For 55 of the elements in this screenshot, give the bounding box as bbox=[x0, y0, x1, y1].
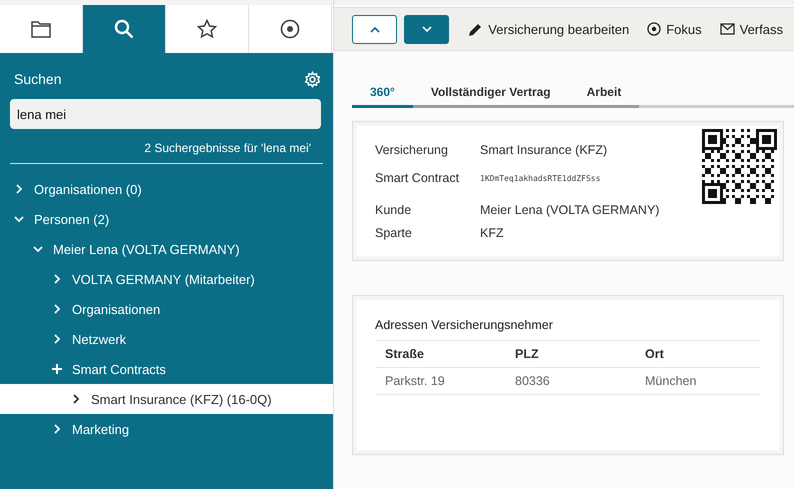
tab[interactable]: Arbeit bbox=[568, 81, 640, 108]
tree-item[interactable]: Organisationen (0) bbox=[0, 174, 333, 204]
plus-icon bbox=[52, 364, 62, 374]
mail-icon bbox=[720, 23, 735, 35]
tab[interactable]: Vollständiger Vertrag bbox=[412, 81, 569, 108]
field-value: Meier Lena (VOLTA GERMANY) bbox=[480, 203, 660, 217]
chevron-down-icon bbox=[33, 244, 43, 254]
target-icon bbox=[647, 22, 662, 36]
column-header: Straße bbox=[385, 347, 425, 361]
search-field[interactable]: lena mei bbox=[10, 99, 321, 129]
result-count: 2 Suchergebnisse für 'lena mei' bbox=[10, 129, 323, 164]
tree-item[interactable]: Smart Contracts bbox=[0, 354, 333, 384]
table-cell: München bbox=[645, 374, 696, 388]
sidebar-title: Suchen bbox=[14, 71, 62, 87]
field-value: KFZ bbox=[480, 226, 504, 240]
previous-button[interactable] bbox=[352, 14, 398, 44]
field-label: Sparte bbox=[375, 226, 413, 240]
tab[interactable]: 360° bbox=[352, 81, 413, 108]
tree-item[interactable]: Personen (2) bbox=[0, 204, 333, 234]
next-button[interactable] bbox=[404, 14, 450, 44]
column-header: Ort bbox=[645, 347, 664, 361]
tree-item[interactable]: Meier Lena (VOLTA GERMANY) bbox=[0, 234, 333, 264]
search-icon bbox=[114, 19, 134, 39]
field-label: Smart Contract bbox=[375, 171, 460, 185]
pencil-icon bbox=[468, 22, 484, 36]
folder-icon bbox=[31, 20, 51, 38]
field-value: Smart Insurance (KFZ) bbox=[480, 143, 608, 157]
tree-item[interactable]: Organisationen bbox=[0, 294, 333, 324]
table-cell-text: Parkstr. 19 bbox=[385, 374, 446, 388]
table-cell-text: 80336 bbox=[515, 374, 551, 388]
target-icon bbox=[280, 19, 300, 39]
chevron-down-icon bbox=[422, 26, 432, 32]
column-header: PLZ bbox=[515, 347, 540, 361]
chevron-right-icon bbox=[14, 184, 24, 194]
field-label: Kunde bbox=[375, 203, 412, 217]
tree-item[interactable]: Marketing bbox=[0, 414, 333, 444]
chevron-right-icon bbox=[52, 424, 62, 434]
tree-item[interactable]: Netzwerk bbox=[0, 324, 333, 354]
field-value: 1KDmTeq1akhadsRTE1ddZFSss bbox=[480, 174, 600, 182]
settings-icon[interactable] bbox=[304, 70, 321, 88]
chevron-down-icon bbox=[14, 214, 24, 224]
tree-item[interactable]: Smart Insurance (KFZ) (16-0Q) bbox=[0, 384, 333, 414]
chevron-up-icon bbox=[370, 26, 380, 32]
chevron-right-icon bbox=[52, 334, 62, 344]
compose-button[interactable]: Verfass bbox=[720, 22, 783, 36]
section-title: Adressen Versicherungsnehmer bbox=[375, 318, 554, 332]
edit-button[interactable]: Versicherung bearbeiten bbox=[468, 22, 630, 36]
chevron-right-icon bbox=[52, 274, 62, 284]
star-icon bbox=[197, 19, 217, 39]
tree-item[interactable]: VOLTA GERMANY (Mitarbeiter) bbox=[0, 264, 333, 294]
field-label: Versicherung bbox=[375, 143, 449, 157]
search-tab[interactable] bbox=[83, 5, 166, 53]
chevron-right-icon bbox=[52, 304, 62, 314]
chevron-right-icon bbox=[71, 394, 81, 404]
focus-button[interactable]: Fokus bbox=[647, 22, 702, 36]
